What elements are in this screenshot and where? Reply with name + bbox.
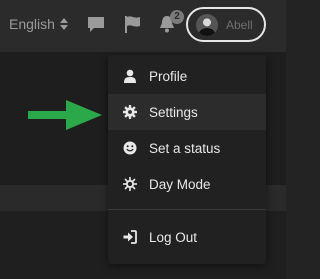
user-dropdown-menu: Profile Settings Set a status Day Mode L…	[108, 55, 266, 264]
menu-item-label: Settings	[149, 104, 198, 120]
smiley-icon	[123, 141, 137, 155]
menu-item-label: Profile	[149, 68, 188, 84]
avatar	[196, 13, 218, 36]
language-label: English	[9, 16, 55, 32]
menu-item-set-status[interactable]: Set a status	[108, 130, 266, 166]
username-label: Abell	[226, 17, 253, 32]
flag-icon[interactable]	[124, 15, 142, 33]
user-menu-button[interactable]: Abell	[186, 7, 266, 42]
menu-item-label: Set a status	[149, 140, 221, 156]
menu-divider	[108, 209, 266, 210]
menu-item-day-mode[interactable]: Day Mode	[108, 166, 266, 202]
menu-item-log-out[interactable]: Log Out	[108, 219, 266, 255]
menu-item-profile[interactable]: Profile	[108, 58, 266, 94]
sort-arrows-icon	[59, 18, 68, 30]
pointer-arrow-icon	[28, 100, 102, 130]
menu-item-settings[interactable]: Settings	[108, 94, 266, 130]
top-bar: English 2 Abell	[0, 0, 286, 52]
logout-icon	[123, 230, 137, 244]
menu-item-label: Log Out	[149, 229, 198, 245]
sun-icon	[123, 177, 137, 191]
notification-badge: 2	[170, 10, 184, 24]
menu-item-label: Day Mode	[149, 176, 211, 192]
user-icon	[124, 69, 136, 83]
language-selector[interactable]: English	[9, 16, 68, 32]
gear-icon	[123, 105, 137, 119]
chat-icon[interactable]	[87, 15, 105, 33]
